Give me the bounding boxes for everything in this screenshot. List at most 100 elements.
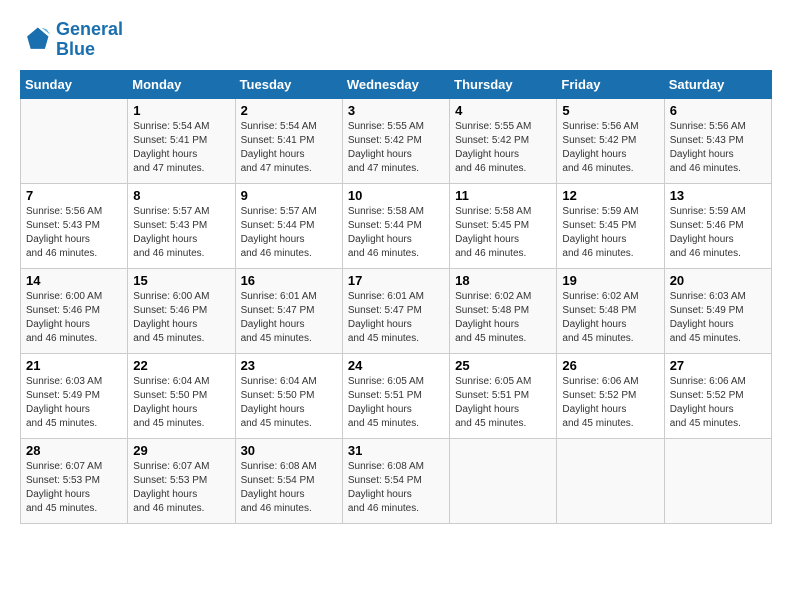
calendar-cell: 24 Sunrise: 6:05 AM Sunset: 5:51 PM Dayl… — [342, 353, 449, 438]
col-thursday: Thursday — [450, 70, 557, 98]
day-info: Sunrise: 5:56 AM Sunset: 5:43 PM Dayligh… — [26, 205, 122, 261]
calendar-cell: 22 Sunrise: 6:04 AM Sunset: 5:50 PM Dayl… — [128, 353, 235, 438]
calendar-cell: 21 Sunrise: 6:03 AM Sunset: 5:49 PM Dayl… — [21, 353, 128, 438]
day-number: 3 — [348, 103, 444, 118]
day-number: 25 — [455, 358, 551, 373]
calendar-cell: 29 Sunrise: 6:07 AM Sunset: 5:53 PM Dayl… — [128, 438, 235, 523]
day-info: Sunrise: 5:58 AM Sunset: 5:44 PM Dayligh… — [348, 205, 444, 261]
calendar-cell: 1 Sunrise: 5:54 AM Sunset: 5:41 PM Dayli… — [128, 98, 235, 183]
day-number: 22 — [133, 358, 229, 373]
calendar-cell — [664, 438, 771, 523]
day-number: 18 — [455, 273, 551, 288]
day-number: 11 — [455, 188, 551, 203]
day-info: Sunrise: 6:04 AM Sunset: 5:50 PM Dayligh… — [241, 375, 337, 431]
calendar-cell: 17 Sunrise: 6:01 AM Sunset: 5:47 PM Dayl… — [342, 268, 449, 353]
calendar-cell — [450, 438, 557, 523]
calendar-week-row: 7 Sunrise: 5:56 AM Sunset: 5:43 PM Dayli… — [21, 183, 772, 268]
day-number: 1 — [133, 103, 229, 118]
calendar-cell: 28 Sunrise: 6:07 AM Sunset: 5:53 PM Dayl… — [21, 438, 128, 523]
calendar-table: Sunday Monday Tuesday Wednesday Thursday… — [20, 70, 772, 524]
calendar-week-row: 28 Sunrise: 6:07 AM Sunset: 5:53 PM Dayl… — [21, 438, 772, 523]
day-number: 27 — [670, 358, 766, 373]
day-info: Sunrise: 6:02 AM Sunset: 5:48 PM Dayligh… — [562, 290, 658, 346]
calendar-cell: 6 Sunrise: 5:56 AM Sunset: 5:43 PM Dayli… — [664, 98, 771, 183]
calendar-week-row: 14 Sunrise: 6:00 AM Sunset: 5:46 PM Dayl… — [21, 268, 772, 353]
day-number: 15 — [133, 273, 229, 288]
day-info: Sunrise: 6:01 AM Sunset: 5:47 PM Dayligh… — [348, 290, 444, 346]
day-number: 5 — [562, 103, 658, 118]
calendar-cell: 3 Sunrise: 5:55 AM Sunset: 5:42 PM Dayli… — [342, 98, 449, 183]
day-info: Sunrise: 6:07 AM Sunset: 5:53 PM Dayligh… — [26, 460, 122, 516]
day-info: Sunrise: 5:59 AM Sunset: 5:46 PM Dayligh… — [670, 205, 766, 261]
calendar-cell: 20 Sunrise: 6:03 AM Sunset: 5:49 PM Dayl… — [664, 268, 771, 353]
day-info: Sunrise: 6:04 AM Sunset: 5:50 PM Dayligh… — [133, 375, 229, 431]
day-info: Sunrise: 6:08 AM Sunset: 5:54 PM Dayligh… — [241, 460, 337, 516]
day-info: Sunrise: 6:06 AM Sunset: 5:52 PM Dayligh… — [562, 375, 658, 431]
col-wednesday: Wednesday — [342, 70, 449, 98]
day-info: Sunrise: 6:03 AM Sunset: 5:49 PM Dayligh… — [26, 375, 122, 431]
day-number: 8 — [133, 188, 229, 203]
calendar-cell: 19 Sunrise: 6:02 AM Sunset: 5:48 PM Dayl… — [557, 268, 664, 353]
calendar-cell: 5 Sunrise: 5:56 AM Sunset: 5:42 PM Dayli… — [557, 98, 664, 183]
day-number: 17 — [348, 273, 444, 288]
col-friday: Friday — [557, 70, 664, 98]
day-info: Sunrise: 6:06 AM Sunset: 5:52 PM Dayligh… — [670, 375, 766, 431]
day-info: Sunrise: 6:05 AM Sunset: 5:51 PM Dayligh… — [348, 375, 444, 431]
day-number: 30 — [241, 443, 337, 458]
day-info: Sunrise: 6:02 AM Sunset: 5:48 PM Dayligh… — [455, 290, 551, 346]
day-info: Sunrise: 5:54 AM Sunset: 5:41 PM Dayligh… — [241, 120, 337, 176]
day-info: Sunrise: 5:58 AM Sunset: 5:45 PM Dayligh… — [455, 205, 551, 261]
calendar-cell: 15 Sunrise: 6:00 AM Sunset: 5:46 PM Dayl… — [128, 268, 235, 353]
day-number: 6 — [670, 103, 766, 118]
day-info: Sunrise: 6:00 AM Sunset: 5:46 PM Dayligh… — [26, 290, 122, 346]
day-number: 29 — [133, 443, 229, 458]
day-info: Sunrise: 6:01 AM Sunset: 5:47 PM Dayligh… — [241, 290, 337, 346]
logo-text: General Blue — [56, 20, 123, 60]
day-info: Sunrise: 6:03 AM Sunset: 5:49 PM Dayligh… — [670, 290, 766, 346]
day-info: Sunrise: 6:05 AM Sunset: 5:51 PM Dayligh… — [455, 375, 551, 431]
calendar-cell: 23 Sunrise: 6:04 AM Sunset: 5:50 PM Dayl… — [235, 353, 342, 438]
day-number: 28 — [26, 443, 122, 458]
day-number: 10 — [348, 188, 444, 203]
day-info: Sunrise: 6:00 AM Sunset: 5:46 PM Dayligh… — [133, 290, 229, 346]
day-info: Sunrise: 6:08 AM Sunset: 5:54 PM Dayligh… — [348, 460, 444, 516]
col-saturday: Saturday — [664, 70, 771, 98]
day-info: Sunrise: 6:07 AM Sunset: 5:53 PM Dayligh… — [133, 460, 229, 516]
logo: General Blue — [20, 20, 123, 60]
day-number: 2 — [241, 103, 337, 118]
day-info: Sunrise: 5:55 AM Sunset: 5:42 PM Dayligh… — [348, 120, 444, 176]
calendar-cell: 13 Sunrise: 5:59 AM Sunset: 5:46 PM Dayl… — [664, 183, 771, 268]
day-info: Sunrise: 5:57 AM Sunset: 5:44 PM Dayligh… — [241, 205, 337, 261]
day-number: 14 — [26, 273, 122, 288]
day-number: 12 — [562, 188, 658, 203]
calendar-header-row: Sunday Monday Tuesday Wednesday Thursday… — [21, 70, 772, 98]
calendar-cell: 11 Sunrise: 5:58 AM Sunset: 5:45 PM Dayl… — [450, 183, 557, 268]
calendar-cell: 2 Sunrise: 5:54 AM Sunset: 5:41 PM Dayli… — [235, 98, 342, 183]
day-number: 21 — [26, 358, 122, 373]
day-number: 26 — [562, 358, 658, 373]
day-info: Sunrise: 5:56 AM Sunset: 5:43 PM Dayligh… — [670, 120, 766, 176]
calendar-week-row: 1 Sunrise: 5:54 AM Sunset: 5:41 PM Dayli… — [21, 98, 772, 183]
logo-icon — [20, 24, 52, 56]
calendar-cell: 27 Sunrise: 6:06 AM Sunset: 5:52 PM Dayl… — [664, 353, 771, 438]
day-info: Sunrise: 5:54 AM Sunset: 5:41 PM Dayligh… — [133, 120, 229, 176]
calendar-cell: 9 Sunrise: 5:57 AM Sunset: 5:44 PM Dayli… — [235, 183, 342, 268]
day-number: 13 — [670, 188, 766, 203]
calendar-cell: 30 Sunrise: 6:08 AM Sunset: 5:54 PM Dayl… — [235, 438, 342, 523]
calendar-cell: 12 Sunrise: 5:59 AM Sunset: 5:45 PM Dayl… — [557, 183, 664, 268]
col-tuesday: Tuesday — [235, 70, 342, 98]
calendar-cell: 18 Sunrise: 6:02 AM Sunset: 5:48 PM Dayl… — [450, 268, 557, 353]
col-sunday: Sunday — [21, 70, 128, 98]
calendar-cell: 8 Sunrise: 5:57 AM Sunset: 5:43 PM Dayli… — [128, 183, 235, 268]
calendar-cell — [21, 98, 128, 183]
calendar-cell: 4 Sunrise: 5:55 AM Sunset: 5:42 PM Dayli… — [450, 98, 557, 183]
day-number: 7 — [26, 188, 122, 203]
day-info: Sunrise: 5:56 AM Sunset: 5:42 PM Dayligh… — [562, 120, 658, 176]
calendar-cell: 14 Sunrise: 6:00 AM Sunset: 5:46 PM Dayl… — [21, 268, 128, 353]
calendar-cell: 16 Sunrise: 6:01 AM Sunset: 5:47 PM Dayl… — [235, 268, 342, 353]
page-header: General Blue — [20, 20, 772, 60]
calendar-cell: 26 Sunrise: 6:06 AM Sunset: 5:52 PM Dayl… — [557, 353, 664, 438]
day-number: 23 — [241, 358, 337, 373]
day-info: Sunrise: 5:59 AM Sunset: 5:45 PM Dayligh… — [562, 205, 658, 261]
day-info: Sunrise: 5:57 AM Sunset: 5:43 PM Dayligh… — [133, 205, 229, 261]
